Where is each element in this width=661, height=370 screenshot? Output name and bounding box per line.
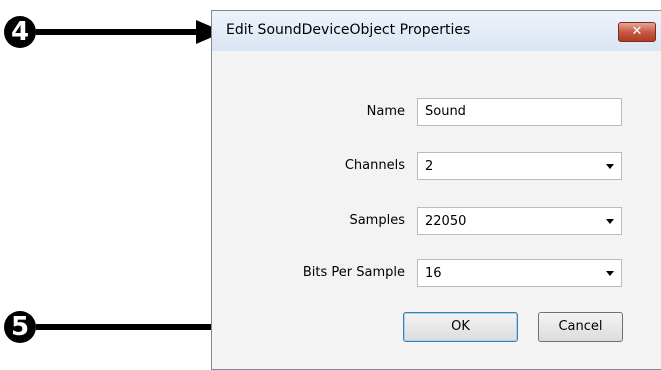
bits-per-sample-select[interactable]: 16 [417, 259, 622, 287]
callout-4-badge: 4 [4, 16, 36, 48]
samples-select[interactable]: 22050 [417, 207, 622, 235]
bits-per-sample-value: 16 [425, 266, 442, 281]
name-field[interactable]: Sound [417, 98, 622, 126]
dialog-body: Name Sound Channels 2 Samples 22050 Bits… [212, 51, 661, 369]
samples-label: Samples [349, 213, 405, 228]
chevron-down-icon [606, 164, 614, 169]
cancel-button[interactable]: Cancel [538, 312, 623, 342]
channels-label: Channels [344, 158, 405, 173]
dialog-titlebar[interactable]: Edit SoundDeviceObject Properties ✕ [212, 11, 661, 52]
channels-select[interactable]: 2 [417, 152, 622, 180]
name-label: Name [366, 104, 405, 119]
samples-value: 22050 [425, 214, 467, 229]
close-icon: ✕ [631, 24, 643, 39]
dialog-title: Edit SoundDeviceObject Properties [226, 22, 471, 38]
chevron-down-icon [606, 271, 614, 276]
close-button[interactable]: ✕ [618, 22, 656, 42]
channels-value: 2 [425, 159, 434, 174]
callout-5-badge: 5 [4, 311, 36, 343]
bits-per-sample-label: Bits Per Sample [302, 265, 405, 280]
chevron-down-icon [606, 219, 614, 224]
ok-button[interactable]: OK [403, 312, 518, 342]
edit-properties-dialog: Edit SoundDeviceObject Properties ✕ Name… [211, 10, 661, 370]
